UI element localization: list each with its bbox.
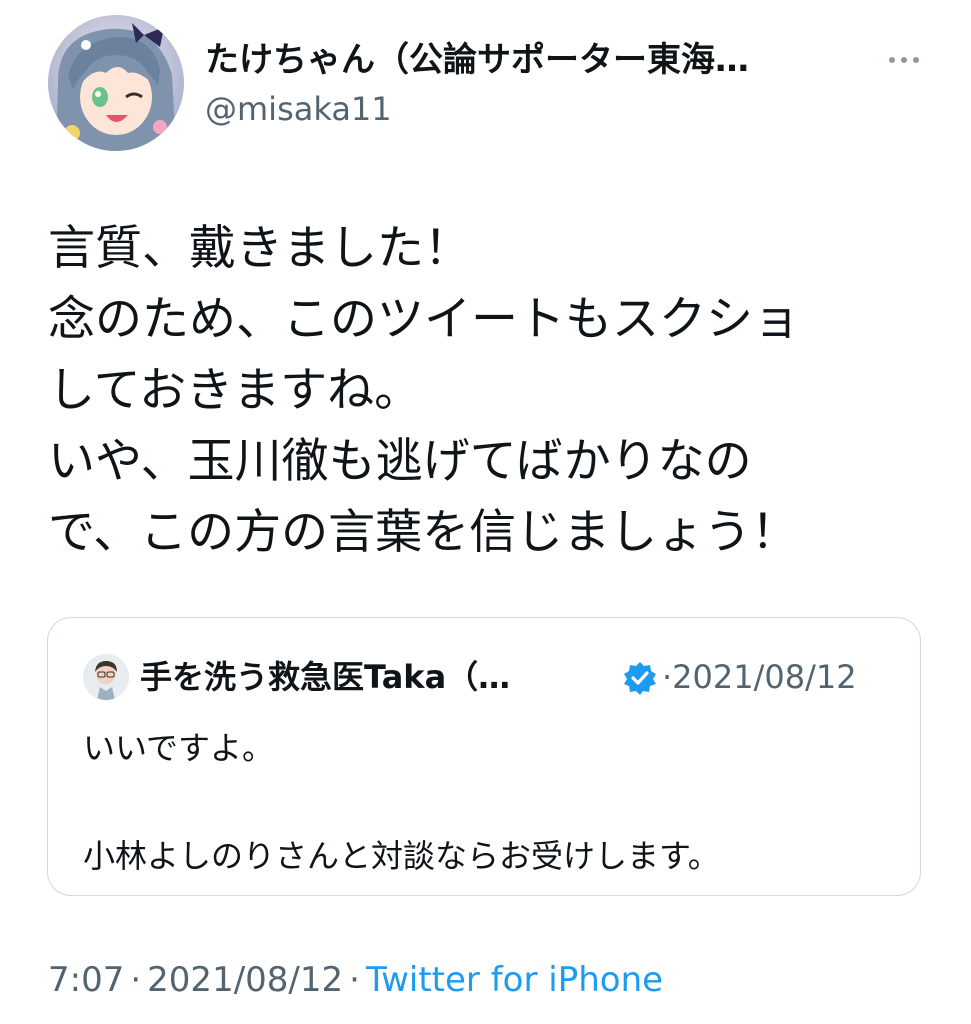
more-horizontal-icon[interactable] <box>884 48 924 72</box>
tweet-source-link[interactable]: Twitter for iPhone <box>366 960 663 1000</box>
person-avatar-icon <box>83 654 129 700</box>
quoted-author-display-name: 手を洗う救急医Taka（… <box>140 658 511 696</box>
tweet-detail: たけちゃん（公論サポーター東海… @misaka11 言質、戴きました！ 念のた… <box>0 0 971 1024</box>
author-display-name[interactable]: たけちゃん（公論サポーター東海… <box>205 38 845 82</box>
quoted-author-avatar <box>83 654 129 700</box>
verified-badge-icon <box>622 660 658 696</box>
tweet-meta: 7:07 · 2021/08/12 · Twitter for iPhone <box>48 958 663 1002</box>
author-avatar[interactable] <box>48 15 184 151</box>
author-handle[interactable]: @misaka11 <box>205 88 392 130</box>
tweet-date[interactable]: 2021/08/12 <box>147 960 343 1000</box>
anime-avatar-icon <box>48 15 184 151</box>
tweet-text: 言質、戴きました！ 念のため、このツイートもスクショ しておきますね。 いや、玉… <box>48 221 800 560</box>
quoted-tweet-text: いいですよ。 小林よしのりさんと対談ならお受けします。 <box>83 729 720 875</box>
quoted-tweet-date: ·2021/08/12 <box>662 658 857 696</box>
quoted-tweet-card[interactable]: 手を洗う救急医Taka（… ·2021/08/12 いいですよ。 小林よしのりさ… <box>47 617 921 896</box>
meta-separator: · <box>349 960 360 1000</box>
tweet-time: 7:07 <box>48 960 125 1000</box>
meta-separator: · <box>130 960 142 1000</box>
